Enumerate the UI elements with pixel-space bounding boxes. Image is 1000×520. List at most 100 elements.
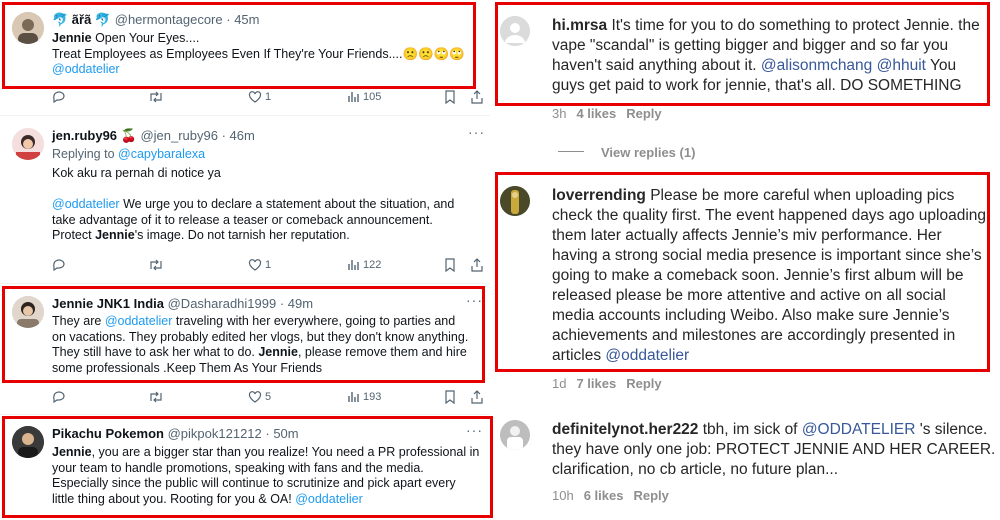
display-name[interactable]: 🐬 ãřã 🐬 — [52, 12, 111, 27]
text-line: them later actually affects Jennie’s miv… — [552, 226, 986, 246]
text-segment: guys get paid to work for jennie, that's… — [552, 77, 962, 94]
comment-username[interactable]: loverrending — [552, 187, 646, 204]
text-line: Especially since the public will continu… — [52, 476, 479, 492]
avatar[interactable] — [12, 12, 44, 44]
bookmark-button[interactable] — [444, 258, 456, 272]
handle[interactable]: @jen_ruby96 — [140, 128, 218, 143]
like-button[interactable]: 1 — [248, 90, 271, 104]
text-line: They still have to ask her what to do. J… — [52, 345, 468, 361]
handle[interactable]: @pikpok121212 — [168, 426, 262, 441]
reply-button[interactable]: Reply — [633, 488, 668, 503]
text-line: hi.mrsa It's time for you to do somethin… — [552, 16, 980, 36]
views-button[interactable]: 122 — [346, 258, 381, 272]
reply-button[interactable] — [52, 90, 66, 104]
handle[interactable]: @Dasharadhi1999 — [168, 296, 277, 311]
text-line: they have only one job: PROTECT JENNIE A… — [552, 440, 1000, 460]
reply-to-mention[interactable]: @capybaralexa — [118, 147, 205, 161]
reply-button[interactable] — [52, 390, 66, 404]
mention-link[interactable]: @oddatelier — [105, 314, 173, 328]
text-line: achievements and milestones are accordin… — [552, 326, 986, 346]
comment-likes[interactable]: 7 likes — [576, 376, 616, 391]
text-segment: tbh, im sick of — [698, 421, 802, 438]
text-segment: 's image. Do not tarnish her reputation. — [134, 228, 350, 242]
text-segment: having a strong social media presence is… — [552, 247, 982, 264]
share-icon — [471, 90, 483, 104]
reply-button[interactable]: Reply — [626, 106, 661, 121]
retweet-button[interactable] — [148, 90, 164, 104]
tweet-header: 🐬 ãřã 🐬 @hermontagecore · 45m — [52, 12, 259, 28]
more-options-button[interactable]: ··· — [466, 422, 483, 438]
share-icon — [471, 390, 483, 404]
mention-link[interactable]: @oddatelier — [52, 197, 120, 211]
more-options-button[interactable]: ··· — [466, 292, 483, 308]
timestamp[interactable]: · 45m — [226, 12, 259, 27]
avatar[interactable] — [500, 16, 530, 46]
timestamp[interactable]: · 50m — [265, 426, 298, 441]
text-segment: they have only one job: PROTECT JENNIE A… — [552, 441, 1000, 458]
text-segment: haven't said anything about it. — [552, 57, 761, 74]
reply-icon — [53, 91, 65, 104]
comment-time: 1d — [552, 376, 567, 391]
text-line: take advantage of it to release a teaser… — [52, 213, 454, 229]
text-line: @oddatelier We urge you to declare a sta… — [52, 197, 454, 213]
view-count: 105 — [363, 91, 382, 103]
more-options-button[interactable]: ··· — [468, 124, 485, 140]
timestamp[interactable]: · 46m — [222, 128, 255, 143]
bookmark-button[interactable] — [444, 390, 456, 404]
retweet-button[interactable] — [148, 258, 164, 272]
text-segment: , please remove them and hire — [297, 345, 467, 359]
share-button[interactable] — [470, 258, 484, 272]
reply-button[interactable] — [52, 258, 66, 272]
comment-text: hi.mrsa It's time for you to do somethin… — [552, 16, 980, 96]
divider — [0, 283, 490, 284]
timestamp[interactable]: · 49m — [280, 296, 313, 311]
tweet-actions: 5 193 — [52, 390, 483, 408]
text-line: loverrending Please be more careful when… — [552, 186, 986, 206]
text-segment: Treat Employees as Employees Even If The… — [52, 46, 465, 61]
view-count: 193 — [363, 391, 382, 403]
avatar-image — [12, 128, 44, 160]
view-replies-button[interactable]: View replies (1) — [601, 145, 695, 160]
divider — [0, 115, 490, 116]
bookmark-button[interactable] — [444, 90, 456, 104]
bold-text: Jennie — [95, 228, 135, 242]
handle[interactable]: @hermontagecore — [115, 12, 223, 27]
mention-link[interactable]: @oddatelier — [52, 62, 120, 76]
comment-username[interactable]: definitelynot.her222 — [552, 421, 698, 438]
tweet-text: Jennie, you are a bigger star than you r… — [52, 445, 479, 507]
share-button[interactable] — [470, 90, 484, 104]
text-line: little thing about you. Rooting for you … — [52, 492, 479, 508]
display-name[interactable]: jen.ruby96 🍒 — [52, 128, 137, 143]
mention-link[interactable]: @alisonmchang — [761, 57, 872, 74]
like-button[interactable]: 5 — [248, 390, 271, 404]
display-name[interactable]: Pikachu Pokemon — [52, 426, 164, 441]
text-line: released please be more attentive and ac… — [552, 286, 986, 306]
avatar-image — [12, 12, 44, 44]
avatar[interactable] — [12, 296, 44, 328]
comment-text: loverrending Please be more careful when… — [552, 186, 986, 366]
avatar[interactable] — [500, 420, 530, 450]
avatar[interactable] — [500, 186, 530, 216]
mention-link[interactable]: @hhuit — [877, 57, 926, 74]
comment-username[interactable]: hi.mrsa — [552, 17, 607, 34]
share-button[interactable] — [470, 390, 484, 404]
avatar[interactable] — [12, 426, 44, 458]
text-line: Treat Employees as Employees Even If The… — [52, 47, 465, 63]
views-button[interactable]: 105 — [346, 90, 381, 104]
comment-likes[interactable]: 4 likes — [576, 106, 616, 121]
retweet-icon — [150, 391, 162, 403]
avatar[interactable] — [12, 128, 44, 160]
reply-button[interactable]: Reply — [626, 376, 661, 391]
bold-text: Jennie — [52, 31, 92, 45]
like-button[interactable]: 1 — [248, 258, 271, 272]
default-avatar-icon — [500, 16, 530, 46]
display-name[interactable]: Jennie JNK1 India — [52, 296, 164, 311]
text-line: Protect Jennie's image. Do not tarnish h… — [52, 228, 454, 244]
mention-link[interactable]: @oddatelier — [605, 347, 689, 364]
text-line: They are @oddatelier traveling with her … — [52, 314, 468, 330]
retweet-button[interactable] — [148, 390, 164, 404]
mention-link[interactable]: @oddatelier — [295, 492, 363, 506]
mention-link[interactable]: @ODDATELIER — [802, 421, 916, 438]
views-button[interactable]: 193 — [346, 390, 381, 404]
comment-likes[interactable]: 6 likes — [584, 488, 624, 503]
